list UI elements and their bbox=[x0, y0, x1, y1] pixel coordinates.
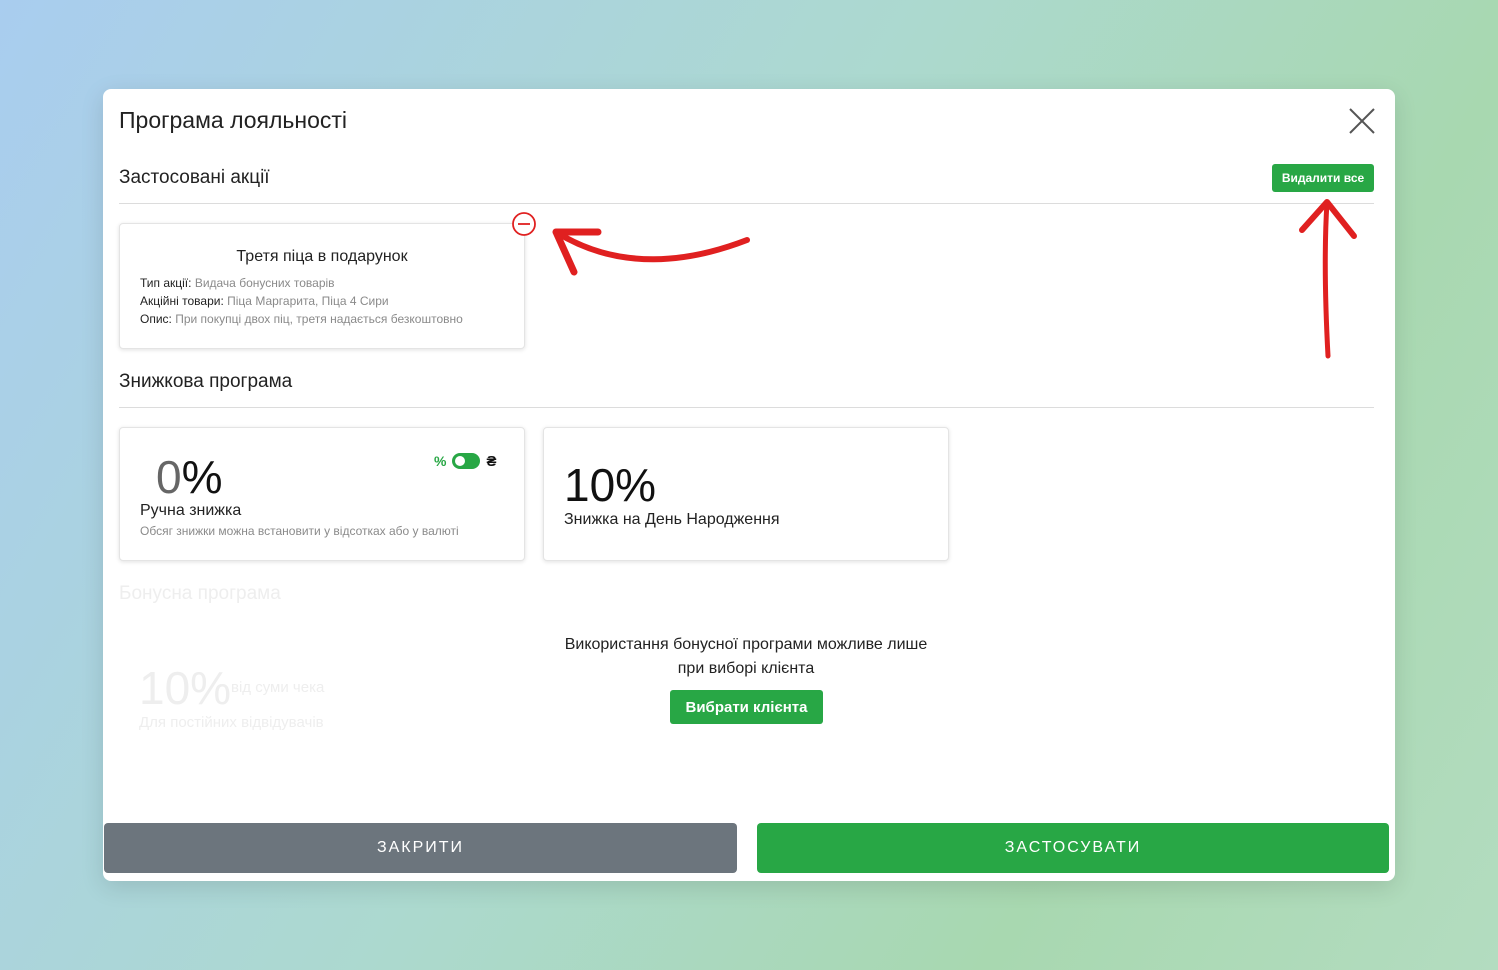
delete-all-button[interactable]: Видалити все bbox=[1272, 164, 1374, 192]
divider bbox=[119, 203, 1374, 204]
divider bbox=[119, 407, 1374, 408]
manual-discount-value: 0% bbox=[156, 454, 223, 500]
promo-card: Третя піца в подарунок Тип акції: Видача… bbox=[119, 223, 525, 349]
bonus-subtitle: Для постійних відвідувачів bbox=[139, 714, 324, 731]
promo-items-label: Акційні товари: bbox=[140, 294, 224, 308]
promo-title: Третя піца в подарунок bbox=[236, 248, 408, 265]
promo-type-line: Тип акції: Видача бонусних товарів bbox=[140, 276, 335, 290]
birthday-discount-value: 10% bbox=[564, 459, 657, 511]
apply-button[interactable]: ЗАСТОСУВАТИ bbox=[757, 823, 1389, 873]
close-icon[interactable] bbox=[1347, 106, 1377, 136]
discount-program-title: Знижкова програма bbox=[119, 371, 293, 392]
promo-type-label: Тип акції: bbox=[140, 276, 192, 290]
modal-title: Програма лояльності bbox=[119, 107, 348, 133]
bonus-message: Використання бонусної програми можливе л… bbox=[523, 633, 969, 681]
manual-discount-card[interactable]: 0% Ручна знижка Обсяг знижки можна встан… bbox=[119, 427, 525, 561]
manual-discount-name: Ручна знижка bbox=[140, 502, 242, 519]
bonus-message-line2: при виборі клієнта bbox=[677, 660, 815, 677]
manual-discount-number: 0 bbox=[156, 451, 182, 503]
bonus-of-check: від суми чека bbox=[231, 679, 325, 696]
manual-discount-suffix: % bbox=[181, 451, 223, 503]
manual-discount-hint: Обсяг знижки можна встановити у відсотка… bbox=[140, 524, 459, 538]
promo-desc-line: Опис: При покупці двох піц, третя надаєт… bbox=[140, 312, 463, 326]
loyalty-program-modal: Програма лояльності Застосовані акції Ви… bbox=[103, 89, 1395, 881]
minus-circle-icon[interactable] bbox=[511, 211, 537, 237]
promo-desc-label: Опис: bbox=[140, 312, 172, 326]
unit-toggle[interactable] bbox=[452, 453, 481, 469]
select-client-button[interactable]: Вибрати клієнта bbox=[670, 690, 823, 724]
percent-label: % bbox=[434, 453, 447, 469]
bonus-program-title: Бонусна програма bbox=[119, 583, 281, 604]
bonus-value: 10% bbox=[139, 662, 232, 714]
currency-label: ₴ bbox=[486, 452, 497, 470]
promo-desc-value: При покупці двох піц, третя надається бе… bbox=[175, 312, 463, 326]
discount-unit-switch: % ₴ bbox=[434, 452, 496, 470]
birthday-discount-card[interactable]: 10% Знижка на День Народження bbox=[543, 427, 949, 561]
applied-promotions-title: Застосовані акції bbox=[119, 167, 270, 188]
promo-items-value: Піца Маргарита, Піца 4 Сири bbox=[227, 294, 389, 308]
close-button[interactable]: ЗАКРИТИ bbox=[104, 823, 737, 873]
bonus-message-line1: Використання бонусної програми можливе л… bbox=[564, 636, 928, 653]
promo-items-line: Акційні товари: Піца Маргарита, Піца 4 С… bbox=[140, 294, 389, 308]
birthday-discount-name: Знижка на День Народження bbox=[564, 511, 780, 528]
promo-type-value: Видача бонусних товарів bbox=[194, 276, 335, 290]
toggle-knob bbox=[455, 456, 466, 466]
